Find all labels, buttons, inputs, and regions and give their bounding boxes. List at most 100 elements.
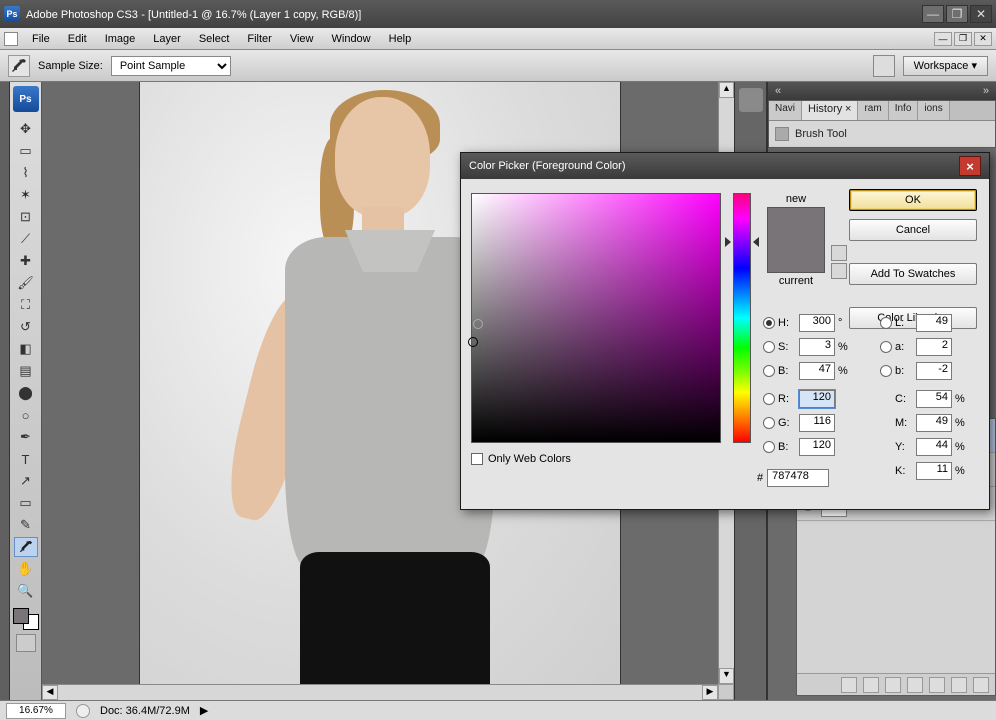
scroll-up-icon[interactable]: ▲ bbox=[719, 82, 734, 98]
gamut-warning-icon[interactable] bbox=[831, 245, 847, 261]
radio-h[interactable] bbox=[763, 317, 775, 329]
layer-style-icon[interactable] bbox=[863, 677, 879, 693]
menu-layer[interactable]: Layer bbox=[145, 31, 189, 47]
menu-filter[interactable]: Filter bbox=[239, 31, 279, 47]
radio-bc[interactable] bbox=[763, 441, 775, 453]
input-bc[interactable]: 120 bbox=[799, 438, 835, 456]
marquee-tool[interactable]: ▭ bbox=[14, 141, 38, 161]
sub-minimize[interactable]: — bbox=[934, 32, 952, 46]
input-a[interactable]: 2 bbox=[916, 338, 952, 356]
horizontal-scrollbar[interactable]: ◀ ▶ bbox=[42, 684, 718, 700]
hue-slider[interactable] bbox=[733, 193, 751, 443]
sub-close[interactable]: ✕ bbox=[974, 32, 992, 46]
color-cursor[interactable] bbox=[468, 337, 478, 347]
eyedropper-icon[interactable] bbox=[8, 55, 30, 77]
menu-file[interactable]: File bbox=[24, 31, 58, 47]
input-k[interactable]: 11 bbox=[916, 462, 952, 480]
scroll-left-icon[interactable]: ◀ bbox=[42, 685, 58, 700]
cancel-button[interactable]: Cancel bbox=[849, 219, 977, 241]
lasso-tool[interactable]: ⌇ bbox=[14, 163, 38, 183]
radio-s[interactable] bbox=[763, 341, 775, 353]
scroll-down-icon[interactable]: ▼ bbox=[719, 668, 734, 684]
current-color-swatch[interactable] bbox=[768, 240, 824, 272]
scroll-right-icon[interactable]: ▶ bbox=[702, 685, 718, 700]
menu-view[interactable]: View bbox=[282, 31, 322, 47]
input-m[interactable]: 49 bbox=[916, 414, 952, 432]
menu-select[interactable]: Select bbox=[191, 31, 238, 47]
radio-a[interactable] bbox=[880, 341, 892, 353]
menu-window[interactable]: Window bbox=[324, 31, 379, 47]
color-swatches[interactable] bbox=[13, 608, 39, 630]
stamp-tool[interactable]: ⛶ bbox=[14, 295, 38, 315]
add-swatches-button[interactable]: Add To Swatches bbox=[849, 263, 977, 285]
zoom-tool[interactable]: 🔍 bbox=[14, 581, 38, 601]
menu-image[interactable]: Image bbox=[97, 31, 144, 47]
minimize-button[interactable]: — bbox=[922, 5, 944, 23]
tab-actions[interactable]: ions bbox=[918, 101, 949, 120]
input-s[interactable]: 3 bbox=[799, 338, 835, 356]
layer-mask-icon[interactable] bbox=[885, 677, 901, 693]
close-button[interactable]: ✕ bbox=[970, 5, 992, 23]
heal-tool[interactable]: ✚ bbox=[14, 251, 38, 271]
radio-b2[interactable] bbox=[880, 365, 892, 377]
radio-b[interactable] bbox=[763, 365, 775, 377]
adjustment-layer-icon[interactable] bbox=[907, 677, 923, 693]
input-g[interactable]: 116 bbox=[799, 414, 835, 432]
group-icon[interactable] bbox=[929, 677, 945, 693]
slice-tool[interactable]: ⟋ bbox=[14, 229, 38, 249]
input-y[interactable]: 44 bbox=[916, 438, 952, 456]
dock-collapse-left-icon[interactable]: « bbox=[772, 85, 784, 97]
tab-navigator[interactable]: Navi bbox=[769, 101, 802, 120]
dialog-close-button[interactable]: × bbox=[959, 156, 981, 176]
eraser-tool[interactable]: ◧ bbox=[14, 339, 38, 359]
color-field[interactable] bbox=[471, 193, 721, 443]
path-tool[interactable]: ↗ bbox=[14, 471, 38, 491]
link-layers-icon[interactable] bbox=[841, 677, 857, 693]
only-web-colors[interactable]: Only Web Colors bbox=[471, 453, 571, 465]
tab-history[interactable]: History × bbox=[802, 101, 858, 120]
dodge-tool[interactable]: ○ bbox=[14, 405, 38, 425]
sample-size-select[interactable]: Point Sample bbox=[111, 56, 231, 76]
wand-tool[interactable]: ✶ bbox=[14, 185, 38, 205]
new-layer-icon[interactable] bbox=[951, 677, 967, 693]
pen-tool[interactable]: ✒ bbox=[14, 427, 38, 447]
ok-button[interactable]: OK bbox=[849, 189, 977, 211]
radio-g[interactable] bbox=[763, 417, 775, 429]
eyedropper-tool[interactable] bbox=[14, 537, 38, 557]
notes-tool[interactable]: ✎ bbox=[14, 515, 38, 535]
move-tool[interactable]: ✥ bbox=[14, 119, 38, 139]
tab-close-icon[interactable]: × bbox=[845, 103, 851, 115]
delete-layer-icon[interactable] bbox=[973, 677, 989, 693]
history-item[interactable]: Brush Tool bbox=[775, 125, 989, 143]
radio-l[interactable] bbox=[880, 317, 892, 329]
workspace-button[interactable]: Workspace ▾ bbox=[903, 56, 988, 76]
history-brush-tool[interactable]: ↺ bbox=[14, 317, 38, 337]
dialog-titlebar[interactable]: Color Picker (Foreground Color) × bbox=[461, 153, 989, 179]
menu-help[interactable]: Help bbox=[381, 31, 420, 47]
status-info-icon[interactable] bbox=[76, 704, 90, 718]
only-web-checkbox[interactable] bbox=[471, 453, 483, 465]
new-color-swatch[interactable] bbox=[768, 208, 824, 240]
input-b2[interactable]: -2 bbox=[916, 362, 952, 380]
input-b[interactable]: 47 bbox=[799, 362, 835, 380]
tab-info[interactable]: Info bbox=[889, 101, 919, 120]
shape-tool[interactable]: ▭ bbox=[14, 493, 38, 513]
menu-edit[interactable]: Edit bbox=[60, 31, 95, 47]
radio-r[interactable] bbox=[763, 393, 775, 405]
hex-input[interactable]: 787478 bbox=[767, 469, 829, 487]
websafe-warning-icon[interactable] bbox=[831, 263, 847, 279]
panel-icon[interactable] bbox=[739, 88, 763, 112]
input-l[interactable]: 49 bbox=[916, 314, 952, 332]
crop-tool[interactable]: ⊡ bbox=[14, 207, 38, 227]
quickmask-button[interactable] bbox=[16, 634, 36, 652]
type-tool[interactable]: T bbox=[14, 449, 38, 469]
gradient-tool[interactable]: ▤ bbox=[14, 361, 38, 381]
zoom-field[interactable]: 16.67% bbox=[6, 703, 66, 719]
status-menu-icon[interactable]: ▶ bbox=[200, 704, 208, 717]
input-h[interactable]: 300 bbox=[799, 314, 835, 332]
tab-histogram[interactable]: ram bbox=[858, 101, 888, 120]
palette-well-icon[interactable] bbox=[873, 55, 895, 77]
brush-tool[interactable]: 🖌 bbox=[14, 273, 38, 293]
maximize-button[interactable]: ❐ bbox=[946, 5, 968, 23]
fg-color-swatch[interactable] bbox=[13, 608, 29, 624]
